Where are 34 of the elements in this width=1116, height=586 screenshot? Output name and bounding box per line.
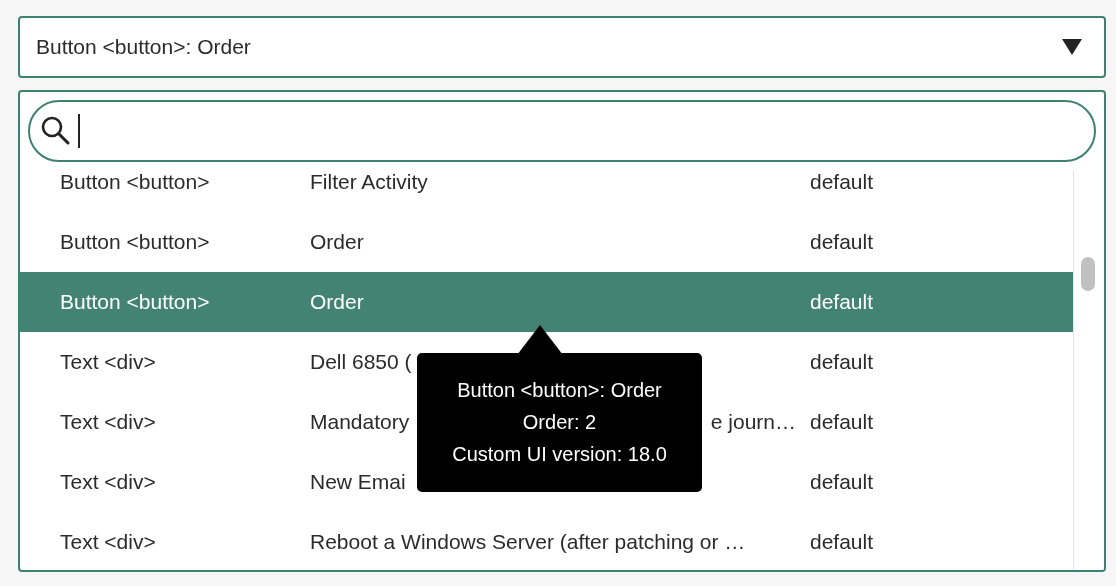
tooltip-text: Custom UI version: 18.0 bbox=[452, 443, 667, 466]
item-label: Reboot a Windows Server (after patching or … bbox=[310, 530, 746, 554]
element-type: Text <div> bbox=[59, 350, 157, 374]
element-type: Button <button> bbox=[59, 290, 211, 314]
item-label: Mandatory bbox=[310, 410, 410, 434]
element-type: Button <button> bbox=[59, 230, 211, 254]
item-label: Dell 6850 ( bbox=[310, 350, 412, 374]
element-type: Button <button> bbox=[59, 170, 211, 194]
item-scope: default bbox=[810, 350, 874, 374]
element-type: Text <div> bbox=[59, 530, 157, 554]
text-cursor bbox=[78, 114, 80, 148]
item-label: Filter Activity bbox=[310, 170, 428, 194]
element-type: Text <div> bbox=[59, 410, 157, 434]
element-dropdown[interactable]: Button <button>: Order bbox=[18, 16, 1106, 78]
caret-icon bbox=[1062, 39, 1082, 55]
scrollbar[interactable] bbox=[1073, 170, 1104, 570]
item-scope: default bbox=[810, 230, 874, 254]
item-scope: default bbox=[810, 290, 874, 314]
scrollbar-thumb[interactable] bbox=[1081, 257, 1095, 291]
search-field[interactable] bbox=[28, 100, 1096, 162]
selected-row[interactable]: Button <button> Order default bbox=[20, 272, 1074, 332]
item-label: Order bbox=[310, 290, 364, 314]
item-scope: default bbox=[810, 170, 874, 194]
item-scope: default bbox=[810, 470, 874, 494]
search-icon bbox=[40, 115, 72, 147]
tooltip-text: Order: 2 bbox=[522, 411, 597, 434]
item-label: Order bbox=[310, 230, 364, 254]
item-label: e journ… bbox=[710, 410, 796, 434]
element-type: Text <div> bbox=[59, 470, 157, 494]
dropdown-value: Button <button>: Order bbox=[36, 35, 251, 59]
item-label: New Emai bbox=[310, 470, 406, 494]
item-scope: default bbox=[810, 530, 874, 554]
item-scope: default bbox=[810, 410, 874, 434]
tooltip-text: Button <button>: Order bbox=[457, 379, 662, 402]
